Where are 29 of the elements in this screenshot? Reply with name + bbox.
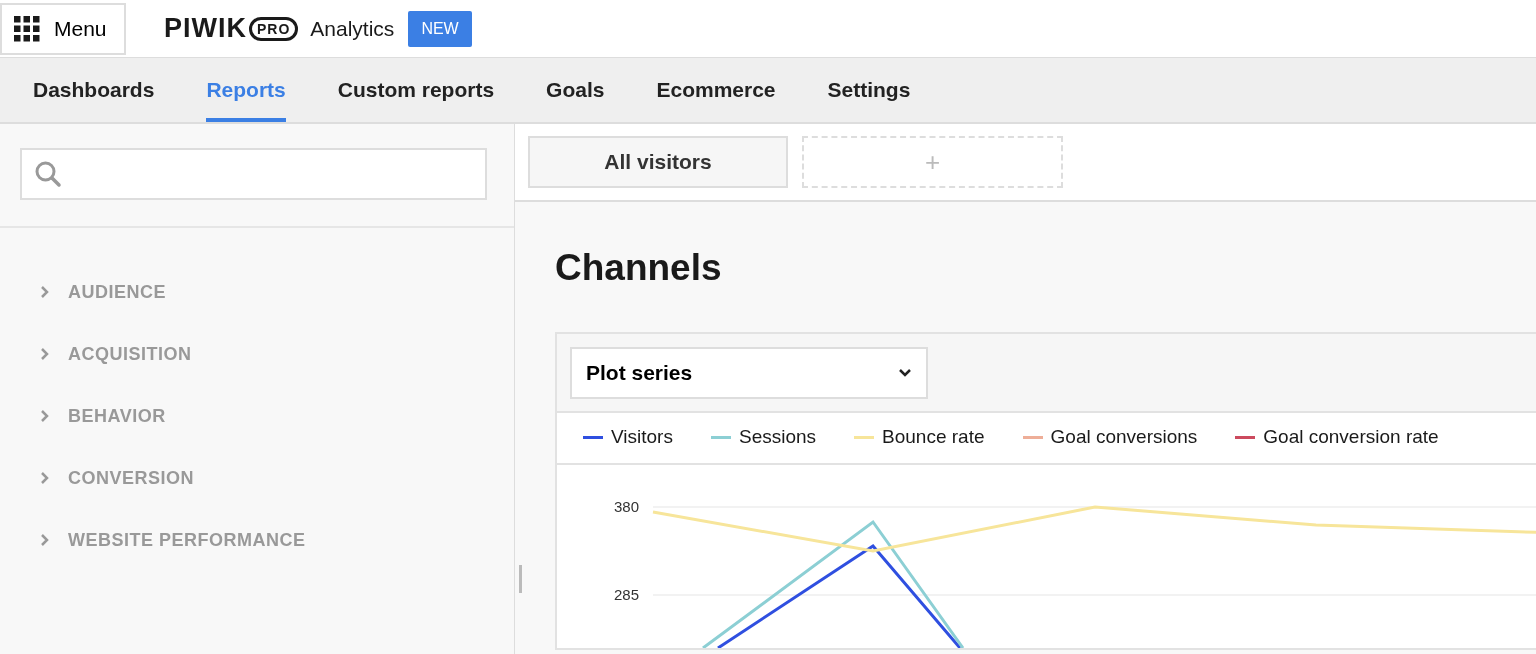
legend-item[interactable]: Bounce rate xyxy=(854,423,985,452)
legend-item[interactable]: Sessions xyxy=(710,423,817,452)
nav-tab[interactable]: Ecommerce xyxy=(656,58,776,122)
grid-icon xyxy=(14,16,40,42)
nav-tab[interactable]: Dashboards xyxy=(33,58,155,122)
logo: PIWIK PRO xyxy=(164,8,299,49)
menu-button[interactable]: Menu xyxy=(0,3,126,55)
legend-label: Bounce rate xyxy=(882,425,985,450)
search-field[interactable] xyxy=(20,148,487,200)
y-axis-label: 285 xyxy=(613,585,639,603)
plot-series-dropdown[interactable]: Plot series xyxy=(570,346,928,399)
nav-tab[interactable]: Custom reports xyxy=(337,58,495,122)
new-badge: NEW xyxy=(408,10,472,47)
legend-item[interactable]: Visitors xyxy=(583,423,673,452)
legend-item[interactable]: Goal conversion rate xyxy=(1235,423,1439,452)
y-axis-label: 380 xyxy=(613,497,639,515)
chevron-down-icon xyxy=(898,367,912,378)
nav-tab[interactable]: Goals xyxy=(546,58,605,122)
legend-label: Sessions xyxy=(738,425,817,450)
legend-label: Goal conversion rate xyxy=(1263,425,1439,450)
report-title: Channels xyxy=(555,246,723,290)
legend-label: Goal conversions xyxy=(1050,425,1198,450)
legend-item[interactable]: Goal conversions xyxy=(1022,423,1198,452)
nav-tab[interactable]: Settings xyxy=(827,58,911,122)
product-name: Analytics xyxy=(310,15,395,42)
legend-label: Visitors xyxy=(611,425,673,450)
resize-handle[interactable] xyxy=(519,565,522,593)
search-icon xyxy=(34,160,62,188)
segment-button[interactable]: All visitors xyxy=(528,136,788,188)
